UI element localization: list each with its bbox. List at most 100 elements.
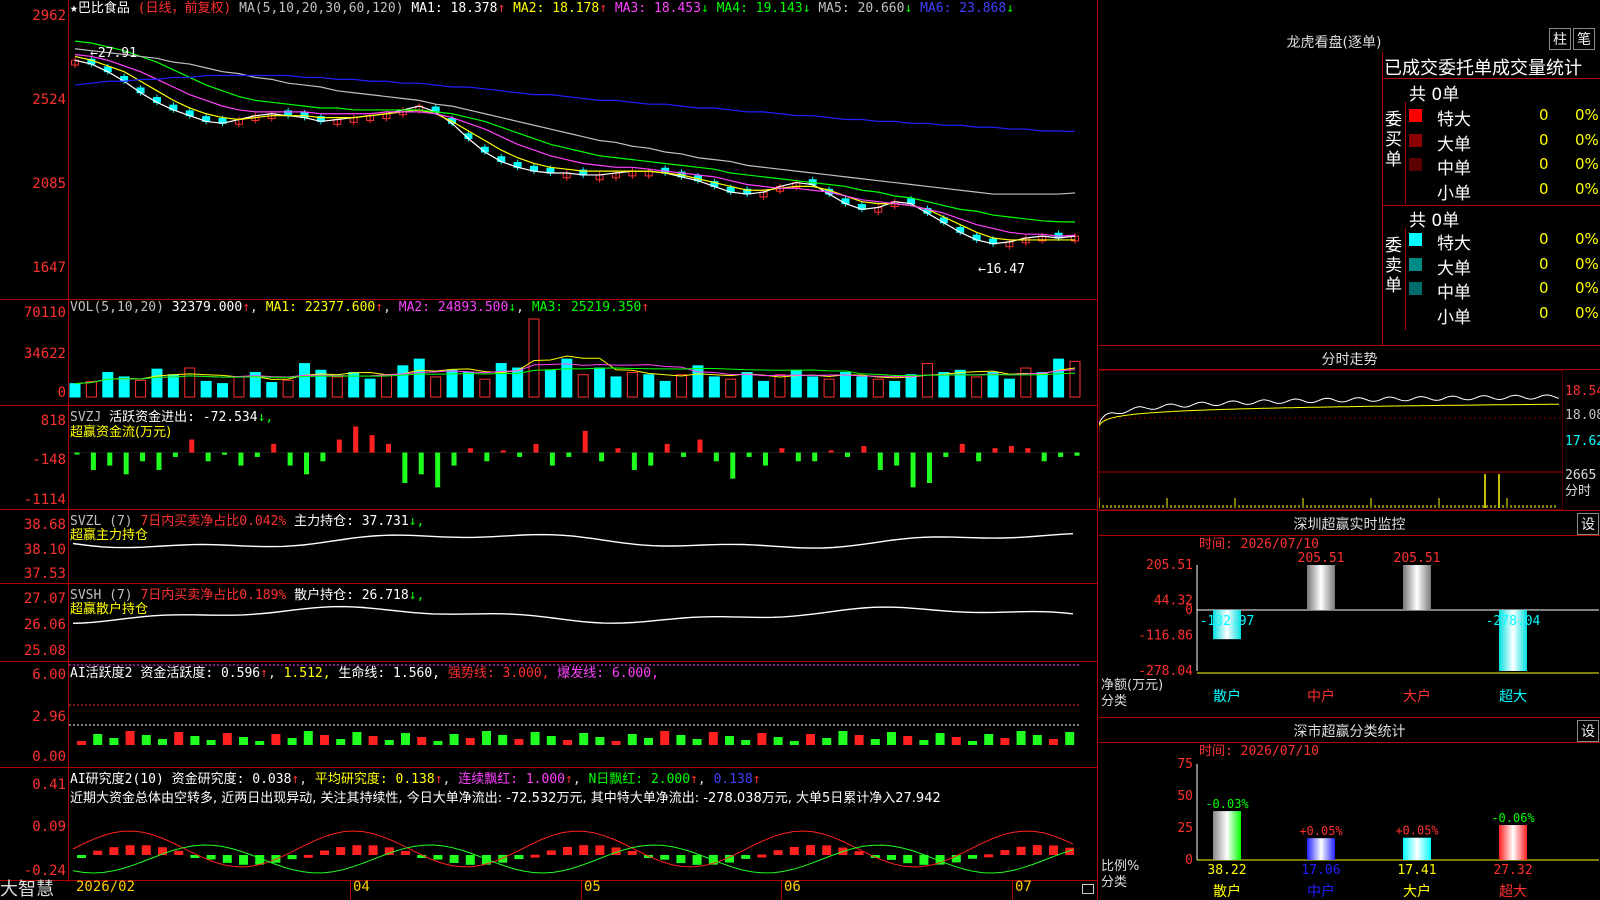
ai-active-panel[interactable]: AI活跃度2 资金活跃度: 0.596↑, 1.512, 生命线: 1.560,… <box>0 661 1098 768</box>
ai-research-t1: 资金研究度: 0.038 <box>171 772 292 787</box>
volume-chart[interactable] <box>69 315 1097 403</box>
svzl-axis-2: 37.53 <box>23 566 66 582</box>
svzj-bar <box>795 452 801 462</box>
svzj-bar <box>107 452 113 466</box>
lhb-sell-row-pct: 0% <box>1575 279 1599 297</box>
ai-research-bar <box>1016 846 1026 855</box>
szc-axis-label: 75 <box>1177 758 1193 772</box>
lhb-sell-row: 小单 0 0% <box>1407 302 1600 328</box>
ai-research-bar <box>109 847 119 855</box>
x-sep-2 <box>581 880 582 900</box>
lhb-bar-button[interactable]: 柱 <box>1549 28 1571 50</box>
volume-bar <box>725 378 737 398</box>
x-sep-3 <box>781 880 782 900</box>
svsh-panel[interactable]: SVSH (7) 7日内买卖净占比0.189% 散户持仓: 26.718↓, 超… <box>0 583 1098 662</box>
sz-monitor-panel[interactable]: 深圳超赢实时监控 设 时间: 2026/07/10 205.51 44.32 0 -1… <box>1099 511 1600 718</box>
svzj-bar <box>238 452 244 466</box>
intraday-panel[interactable]: 分时走势 18.54 18.08 17.62 2665 分时 <box>1099 346 1600 511</box>
ai-research-bar <box>887 855 896 860</box>
intraday-axis-1: 18.08 <box>1565 408 1600 423</box>
ai-research-bar <box>595 845 605 855</box>
ma-line-4 <box>74 40 1076 223</box>
sz-class-settings-button[interactable]: 设 <box>1577 720 1599 742</box>
volume-bar <box>758 380 770 398</box>
svzj-bar <box>861 446 867 453</box>
lhb-sell-row-name: 大单 <box>1437 258 1471 279</box>
lhb-tick-button[interactable]: 笔 <box>1573 28 1595 50</box>
sz-monitor-settings-button[interactable]: 设 <box>1577 513 1599 535</box>
ma-value-2: MA2: 18.178 <box>505 1 600 16</box>
svzj-bar <box>1025 448 1031 453</box>
svzj-bar <box>992 448 998 453</box>
ai-active-bar <box>935 733 945 745</box>
star-icon: ★ <box>70 1 78 16</box>
ai-active-bar <box>741 740 751 745</box>
svzj-bar <box>369 435 375 453</box>
sz-class-chart[interactable]: 75 50 25 0 -0.03% 38.22 散户 +0.05% 17.06 中户 +0.05% 1… <box>1099 758 1600 900</box>
ai-active-bar <box>838 731 848 745</box>
main-chart-area: ★巴比食品 (日线，前复权) MA(5,10,20,30,60,120) MA1… <box>0 0 1100 900</box>
svzj-chart[interactable] <box>69 413 1097 507</box>
lhb-buy-row: 大单 0 0% <box>1407 129 1600 155</box>
volume-bar <box>118 376 130 398</box>
volume-panel[interactable]: VOL(5,10,20) 32379.000↑, MA1: 22377.600↑… <box>0 299 1098 406</box>
vol-up-arrow: ↑ <box>242 300 251 315</box>
volume-bar <box>807 376 819 398</box>
sz-monitor-chart[interactable]: 205.5144.320-116.86-278.04-132.97散户205.5… <box>1099 551 1600 717</box>
svzl-panel[interactable]: SVZL (7) 7日内买卖净占比0.042% 主力持仓: 37.731↓, 超… <box>0 509 1098 584</box>
candle-body <box>841 198 850 205</box>
ai-active-bar <box>368 736 378 745</box>
price-panel[interactable]: ★巴比食品 (日线，前复权) MA(5,10,20,30,60,120) MA1… <box>0 0 1098 300</box>
svzl-chart[interactable] <box>69 519 1097 581</box>
sz-class-panel[interactable]: 深市超赢分类统计 设 时间: 2026/07/10 75 50 25 0 -0.03% 3… <box>1099 718 1600 900</box>
ai-research-arrow4: ↑ <box>690 772 698 787</box>
ai-active-chart[interactable] <box>69 663 1097 765</box>
svzj-bar <box>205 452 211 462</box>
ai-research-panel[interactable]: AI研究度2(10) 资金研究度: 0.038↑, 平均研究度: 0.138↑,… <box>0 767 1098 881</box>
price-chart[interactable] <box>69 18 1097 298</box>
lhb-buy-row-name: 中单 <box>1437 159 1471 179</box>
lhb-header: 已成交委托单成交量统计 <box>1384 58 1582 79</box>
svsh-chart[interactable] <box>69 593 1097 659</box>
ai-research-bar <box>579 845 589 855</box>
lhb-panel: 龙虎看盘(逐单) 柱 笔 已成交委托单成交量统计 委买单 共 0单 特大 0 0% 大… <box>1099 0 1600 346</box>
svzj-bar <box>549 452 555 466</box>
ai-research-chart[interactable] <box>69 803 1097 879</box>
ai-active-bar <box>660 731 670 745</box>
svzj-bar <box>123 452 129 475</box>
svzj-axis-0: 818 <box>40 413 66 429</box>
ai-research-bar <box>1000 850 1010 855</box>
intraday-chart[interactable] <box>1099 370 1563 510</box>
ai-research-bar <box>320 850 329 855</box>
ai-active-bar <box>611 741 621 745</box>
svzj-panel[interactable]: SVZJ 活跃资金进出: -72.534↓, 超赢资金流(万元) 818 -14… <box>0 405 1098 510</box>
svzj-bar <box>877 452 883 470</box>
svzj-bar <box>681 452 687 457</box>
ai-research-bar <box>93 850 103 855</box>
lock-icon[interactable] <box>1082 884 1094 894</box>
sz-class-time: 时间: 2026/07/10 <box>1199 744 1319 759</box>
x-tick-2: 05 <box>584 879 601 895</box>
vol-ma2-line <box>74 363 1076 385</box>
volume-bar <box>479 378 491 398</box>
price-axis-3: 1647 <box>32 260 66 276</box>
szm-axis-label: -278.04 <box>1138 664 1193 679</box>
szm-value-label: -278.04 <box>1486 614 1541 629</box>
ai-active-bar <box>1049 739 1058 745</box>
vol-ma1-arrow: ↑ <box>375 300 384 315</box>
lhb-sell-side-label: 委卖单 <box>1385 236 1402 296</box>
volume-bar <box>462 371 474 398</box>
volume-bar <box>872 378 884 398</box>
svzj-bar <box>336 439 342 453</box>
ai-active-bar <box>1000 738 1010 745</box>
ma-arrow-6: ↓ <box>1006 1 1015 16</box>
ai-active-bar <box>93 734 103 745</box>
szm-category-label: 中户 <box>1307 688 1335 705</box>
ma-value-5: MA5: 20.660 <box>810 1 905 16</box>
volume-bar <box>856 376 868 398</box>
ai-active-axis-0: 6.00 <box>32 667 66 683</box>
intraday-axis-2: 17.62 <box>1565 434 1600 449</box>
ai-active-bar <box>919 740 929 745</box>
svzj-bar <box>763 452 769 466</box>
svzj-bar <box>828 450 834 453</box>
